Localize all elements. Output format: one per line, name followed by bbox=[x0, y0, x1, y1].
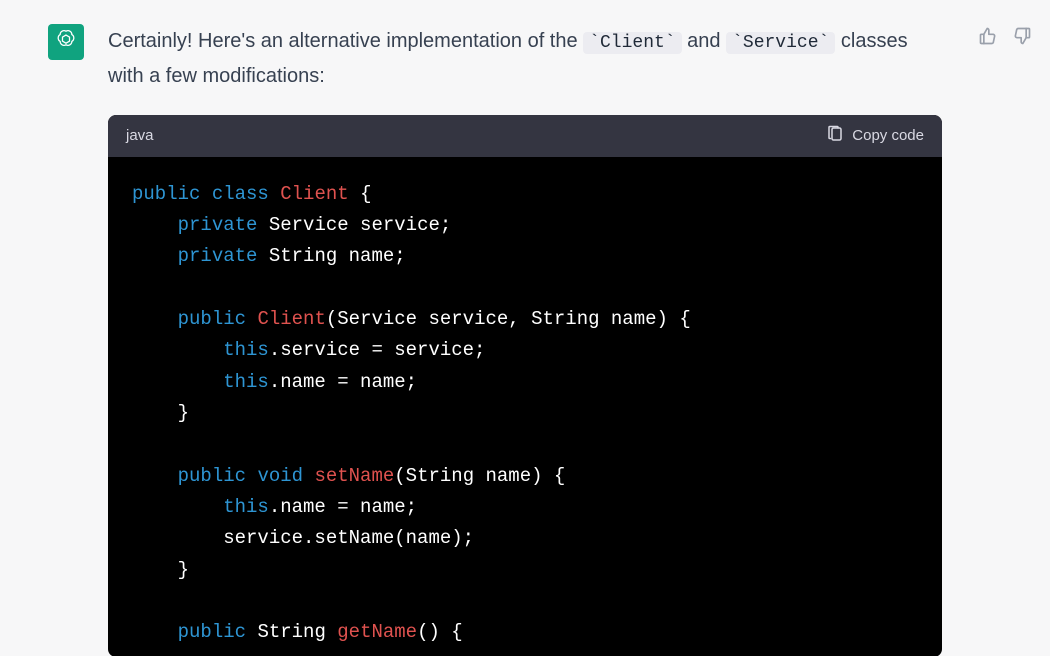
code-block: java Copy code public class Client { pri… bbox=[108, 115, 942, 656]
assistant-message-row: Certainly! Here's an alternative impleme… bbox=[0, 0, 1050, 656]
thumbs-down-icon bbox=[1012, 26, 1032, 51]
openai-logo-icon bbox=[54, 28, 78, 57]
thumbs-up-icon bbox=[978, 26, 998, 51]
code-body[interactable]: public class Client { private Service se… bbox=[108, 157, 942, 656]
assistant-avatar bbox=[48, 24, 84, 60]
feedback-actions bbox=[976, 24, 1040, 50]
copy-code-button[interactable]: Copy code bbox=[826, 125, 924, 147]
copy-code-label: Copy code bbox=[852, 127, 924, 144]
message-content: Certainly! Here's an alternative impleme… bbox=[108, 24, 952, 656]
clipboard-icon bbox=[826, 125, 844, 147]
intro-mid: and bbox=[682, 30, 726, 52]
message-text: Certainly! Here's an alternative impleme… bbox=[108, 24, 942, 93]
inline-code-client: `Client` bbox=[583, 32, 681, 54]
code-block-header: java Copy code bbox=[108, 115, 942, 157]
thumbs-up-button[interactable] bbox=[976, 26, 1000, 50]
intro-prefix: Certainly! Here's an alternative impleme… bbox=[108, 30, 583, 52]
inline-code-service: `Service` bbox=[726, 32, 835, 54]
code-language-label: java bbox=[126, 127, 154, 144]
thumbs-down-button[interactable] bbox=[1010, 26, 1034, 50]
